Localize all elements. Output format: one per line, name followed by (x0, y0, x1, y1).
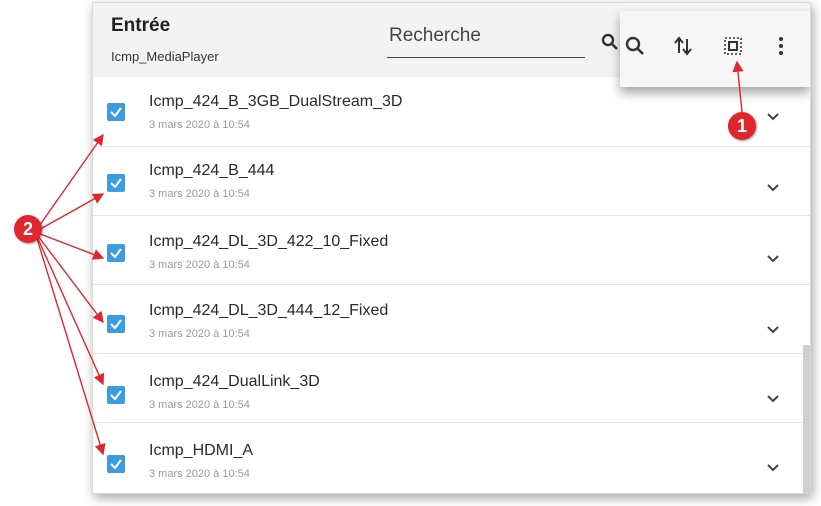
more-vert-icon (779, 37, 783, 55)
callout-badge-1: 1 (728, 112, 756, 140)
checkmark-icon (110, 178, 122, 189)
item-name: Icmp_424_DL_3D_422_10_Fixed (149, 233, 389, 250)
checkmark-icon (110, 459, 122, 470)
list-item[interactable]: Icmp_HDMI_A 3 mars 2020 à 10:54 (93, 422, 810, 491)
list-item[interactable]: Icmp_424_DL_3D_444_12_Fixed 3 mars 2020 … (93, 284, 810, 354)
page-subtitle: Icmp_MediaPlayer (111, 49, 219, 64)
item-date: 3 mars 2020 à 10:54 (149, 188, 250, 200)
list-item[interactable]: Icmp_424_B_444 3 mars 2020 à 10:54 (93, 146, 810, 216)
list-item[interactable]: Icmp_424_DL_3D_422_10_Fixed 3 mars 2020 … (93, 215, 810, 285)
item-name: Icmp_424_B_444 (149, 162, 275, 179)
list-item[interactable]: Icmp_424_B_3GB_DualStream_3D 3 mars 2020… (93, 77, 810, 147)
item-checkbox[interactable] (107, 244, 125, 262)
item-date: 3 mars 2020 à 10:54 (149, 468, 250, 480)
item-checkbox[interactable] (107, 103, 125, 121)
search-icon[interactable] (601, 33, 619, 51)
item-checkbox[interactable] (107, 315, 125, 333)
select-all-icon (724, 37, 742, 55)
item-name: Icmp_424_B_3GB_DualStream_3D (149, 93, 403, 110)
search-icon (625, 36, 644, 55)
list-item[interactable]: Icmp_424_DualLink_3D 3 mars 2020 à 10:54 (93, 353, 810, 423)
item-date: 3 mars 2020 à 10:54 (149, 399, 250, 411)
chevron-down-icon[interactable] (765, 111, 781, 123)
checkmark-icon (110, 248, 122, 259)
item-date: 3 mars 2020 à 10:54 (149, 119, 250, 131)
select-all-button[interactable] (720, 33, 746, 59)
item-date: 3 mars 2020 à 10:54 (149, 259, 250, 271)
search-input[interactable] (387, 23, 539, 47)
search-field[interactable] (387, 23, 585, 58)
item-checkbox[interactable] (107, 386, 125, 404)
page-title: Entrée (111, 15, 171, 36)
sort-button[interactable] (670, 33, 696, 59)
checkmark-icon (110, 107, 122, 118)
scrollbar-thumb[interactable] (803, 345, 810, 493)
chevron-down-icon[interactable] (765, 182, 781, 194)
item-date: 3 mars 2020 à 10:54 (149, 328, 250, 340)
toolbar-popup (620, 11, 810, 87)
item-checkbox[interactable] (107, 174, 125, 192)
chevron-down-icon[interactable] (765, 253, 781, 265)
file-list-panel: Entrée Icmp_MediaPlayer Recherche Icmp_4… (92, 2, 811, 494)
more-options-button[interactable] (768, 33, 794, 59)
chevron-down-icon[interactable] (765, 393, 781, 405)
search-button[interactable] (622, 33, 648, 59)
callout-badge-2: 2 (14, 215, 42, 243)
item-name: Icmp_424_DualLink_3D (149, 373, 320, 390)
item-checkbox[interactable] (107, 455, 125, 473)
checkmark-icon (110, 390, 122, 401)
sort-icon (674, 36, 692, 56)
chevron-down-icon[interactable] (765, 324, 781, 336)
item-name: Icmp_424_DL_3D_444_12_Fixed (149, 302, 389, 319)
checkmark-icon (110, 319, 122, 330)
item-name: Icmp_HDMI_A (149, 442, 254, 459)
chevron-down-icon[interactable] (765, 462, 781, 474)
